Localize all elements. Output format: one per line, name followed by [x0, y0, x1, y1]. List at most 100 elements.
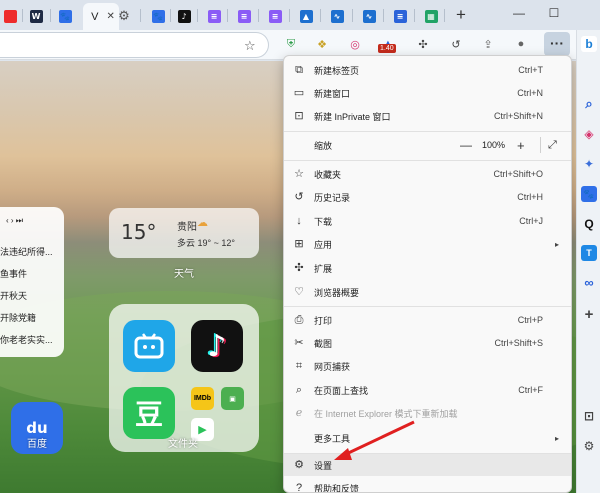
weather-card[interactable]: 15° 贵阳 ☁ 多云 19° ~ 12°	[109, 208, 259, 258]
bing-icon[interactable]: b	[581, 36, 597, 52]
baidu-paw-icon[interactable]: 🐾	[581, 186, 597, 202]
menu-item-web-capture[interactable]: ⌗ 网页捕获	[284, 355, 571, 377]
menu-item-shortcut: Ctrl+T	[518, 65, 543, 75]
gear-icon: ⚙	[118, 8, 130, 24]
douban-icon[interactable]: 豆	[123, 387, 175, 439]
menu-item-shortcut: Ctrl+Shift+N	[493, 111, 543, 121]
target-icon[interactable]: ◎	[347, 36, 363, 52]
tab[interactable]: ♪	[176, 5, 192, 27]
tab[interactable]: ≡	[392, 5, 408, 27]
qq-icon[interactable]: Q	[581, 216, 597, 232]
news-item[interactable]: 开秋天	[0, 289, 60, 302]
menu-item-downloads[interactable]: ↓ 下载 Ctrl+J	[284, 210, 571, 232]
menu-item-new-inprivate[interactable]: ⊡ 新建 InPrivate 窗口 Ctrl+Shift+N	[284, 105, 571, 127]
menu-item-more-tools[interactable]: 更多工具 ▸	[284, 427, 571, 449]
menu-item-help[interactable]: ? 帮助和反馈	[284, 477, 571, 493]
bilibili-icon[interactable]	[123, 320, 175, 372]
news-item[interactable]: 开除党籍	[0, 311, 60, 324]
tab-separator	[170, 9, 171, 22]
app-folder[interactable]: ♪ 豆 IMDb ▣ ▶	[109, 304, 259, 452]
link-icon[interactable]: ∞	[581, 274, 597, 290]
menu-item-new-tab[interactable]: ⧉ 新建标签页 Ctrl+T	[284, 59, 571, 81]
menu-item-label: 在页面上查找	[314, 385, 369, 396]
address-bar[interactable]: ☆	[0, 32, 269, 58]
menu-item-settings[interactable]: ⚙ 设置	[284, 454, 571, 476]
menu-item-history[interactable]: ↺ 历史记录 Ctrl+H	[284, 186, 571, 208]
history-icon[interactable]: ↺	[448, 36, 464, 52]
menu-item-label: 浏览器概要	[314, 287, 360, 298]
tab[interactable]: ∿	[361, 5, 377, 27]
tab[interactable]: ≡	[236, 5, 252, 27]
news-item[interactable]: 你老老实实...	[0, 333, 60, 346]
tab[interactable]: ≡	[267, 5, 283, 27]
new-tab-button[interactable]: +	[452, 5, 470, 25]
tab[interactable]	[2, 5, 18, 27]
news-controls[interactable]: ‹ › ⏭	[6, 216, 23, 226]
add-icon[interactable]: +	[581, 306, 597, 323]
fullscreen-icon[interactable]: ⤢	[548, 139, 557, 152]
menu-item-find-on-page[interactable]: ⌕ 在页面上查找 Ctrl+F	[284, 379, 571, 401]
zoom-in-button[interactable]: +	[517, 138, 525, 153]
app-icon[interactable]: ▣	[221, 387, 244, 410]
menu-item-apps[interactable]: ⊞ 应用 ▸	[284, 233, 571, 255]
download-icon: ↓	[296, 215, 302, 227]
tab-separator	[22, 9, 23, 22]
close-icon[interactable]: ✕	[106, 11, 114, 22]
menu-item-label: 截图	[314, 338, 333, 349]
news-item[interactable]: 法违纪所得...	[0, 245, 60, 258]
settings-icon[interactable]: ⚙	[581, 438, 597, 454]
menu-item-label: 收藏夹	[314, 169, 342, 180]
settings-icon: ⚙	[294, 459, 304, 471]
tools-icon[interactable]: ✦	[581, 156, 597, 172]
menu-item-favorites[interactable]: ☆ 收藏夹 Ctrl+Shift+O	[284, 163, 571, 185]
tab[interactable]: ∿	[329, 5, 345, 27]
sidebar: b ⌕ ◈ ✦ ◆ 🐾 Q T ∞ + ⊡ ⚙	[576, 30, 600, 493]
search-icon[interactable]: ⌕	[581, 96, 597, 112]
chart-icon: ∿	[362, 9, 376, 23]
tab[interactable]: ▲	[298, 5, 314, 27]
menu-item-shortcut: Ctrl+J	[519, 216, 543, 226]
menu-item-label: 新建窗口	[314, 88, 351, 99]
tab[interactable]: W	[28, 5, 44, 27]
tiktok-icon[interactable]: ♪	[191, 320, 243, 372]
tab-separator	[320, 9, 321, 22]
extensions-puzzle-icon[interactable]: ✣	[415, 36, 431, 52]
menu-item-print[interactable]: ⎙ 打印 Ctrl+P	[284, 309, 571, 331]
menu-item-screenshot[interactable]: ✂ 截图 Ctrl+Shift+S	[284, 332, 571, 354]
apps-icon: ⊞	[294, 238, 304, 250]
submenu-arrow-icon: ▸	[554, 433, 559, 443]
favorite-star-icon[interactable]: ☆	[244, 38, 256, 54]
tab-active[interactable]: V ✕	[83, 3, 119, 30]
menu-item-label: 帮助和反馈	[314, 483, 360, 493]
extensions-icon: ✣	[294, 262, 304, 274]
menu-item-extensions[interactable]: ✣ 扩展	[284, 257, 571, 279]
tab-separator	[50, 9, 51, 22]
menu-item-label: 缩放	[314, 140, 333, 151]
share-icon[interactable]: ⇪	[480, 36, 496, 52]
extension-folder-icon[interactable]: ❖	[314, 36, 330, 52]
shield-icon[interactable]: ⛨	[283, 36, 299, 52]
menu-item-shortcut: Ctrl+Shift+S	[494, 338, 543, 348]
favorites-icon: ☆	[294, 168, 304, 180]
minimize-button[interactable]: —	[510, 4, 528, 22]
tab[interactable]: ▦	[423, 5, 439, 27]
screen-icon[interactable]: ⊡	[581, 408, 597, 424]
news-item[interactable]: 鱼事件	[0, 267, 60, 280]
news-card[interactable]: ‹ › ⏭ 法违纪所得... 鱼事件 开秋天 开除党籍 你老老实实...	[0, 207, 64, 357]
maximize-button[interactable]: ☐	[545, 4, 563, 22]
zoom-out-button[interactable]: —	[460, 138, 472, 152]
menu-item-browser-essentials[interactable]: ♡ 浏览器概要	[284, 281, 571, 303]
imdb-icon[interactable]: IMDb	[191, 387, 214, 410]
tab[interactable]: 🐾	[150, 5, 166, 27]
t-icon[interactable]: T	[581, 245, 597, 261]
settings-and-more-button[interactable]: ···	[544, 32, 570, 56]
menu-item-new-window[interactable]: ▭ 新建窗口 Ctrl+N	[284, 82, 571, 104]
profile-avatar[interactable]: ●	[513, 36, 529, 52]
shopping-icon[interactable]: ◈	[581, 126, 597, 142]
tab[interactable]: ≡	[206, 5, 222, 27]
tab[interactable]: ⚙	[116, 5, 132, 27]
menu-item-shortcut: Ctrl+P	[517, 315, 543, 325]
tab[interactable]: 🐾	[57, 5, 73, 27]
menu-item-zoom: 缩放 — 100% + ⤢	[284, 134, 571, 156]
baidu-paw-icon: 🐾	[151, 9, 165, 23]
